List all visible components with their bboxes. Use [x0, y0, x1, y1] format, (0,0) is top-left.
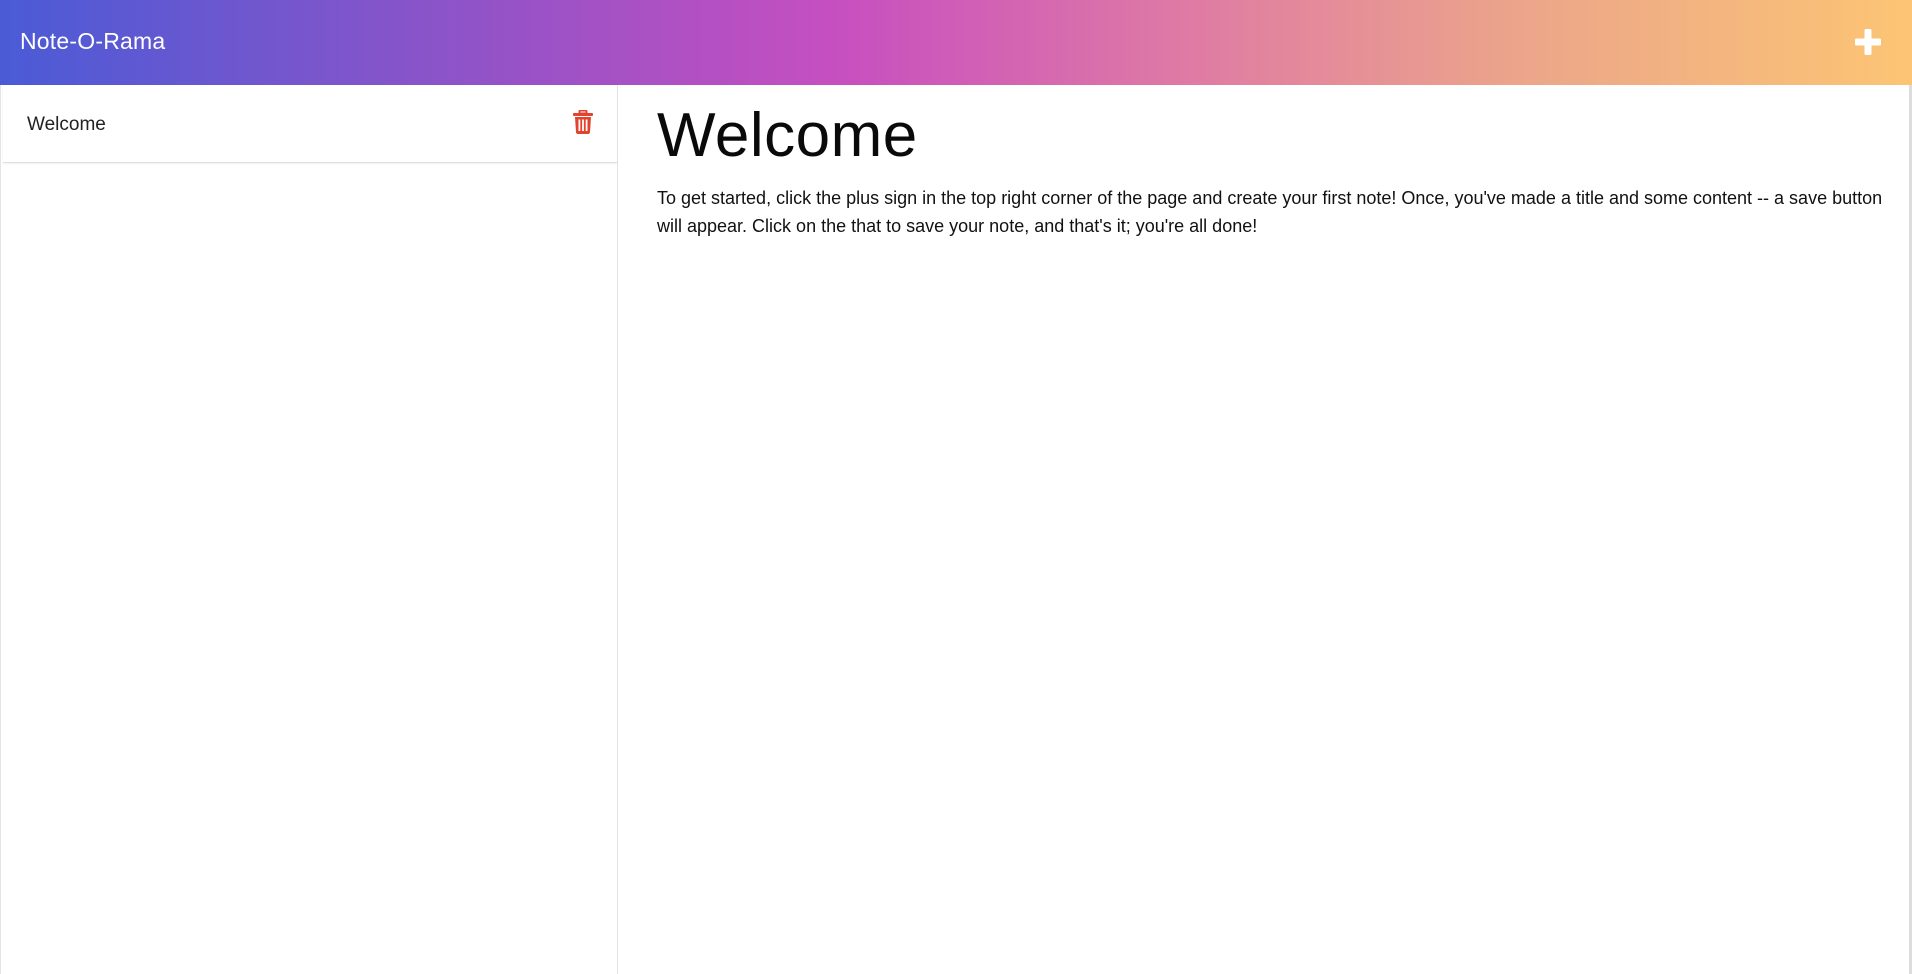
notes-sidebar: Welcome [0, 85, 618, 974]
add-note-button[interactable] [1846, 20, 1890, 64]
delete-note-button[interactable] [573, 109, 595, 136]
plus-icon [1855, 29, 1881, 55]
note-body[interactable]: To get started, click the plus sign in t… [657, 184, 1887, 240]
note-list-item-title: Welcome [27, 114, 106, 135]
note-title[interactable]: Welcome [657, 100, 918, 171]
note-editor: Welcome To get started, click the plus s… [618, 85, 1909, 974]
note-list-item[interactable]: Welcome [3, 85, 617, 163]
trash-icon [573, 109, 593, 134]
app-header: Note-O-Rama [0, 0, 1912, 85]
app-title: Note-O-Rama [20, 28, 166, 54]
